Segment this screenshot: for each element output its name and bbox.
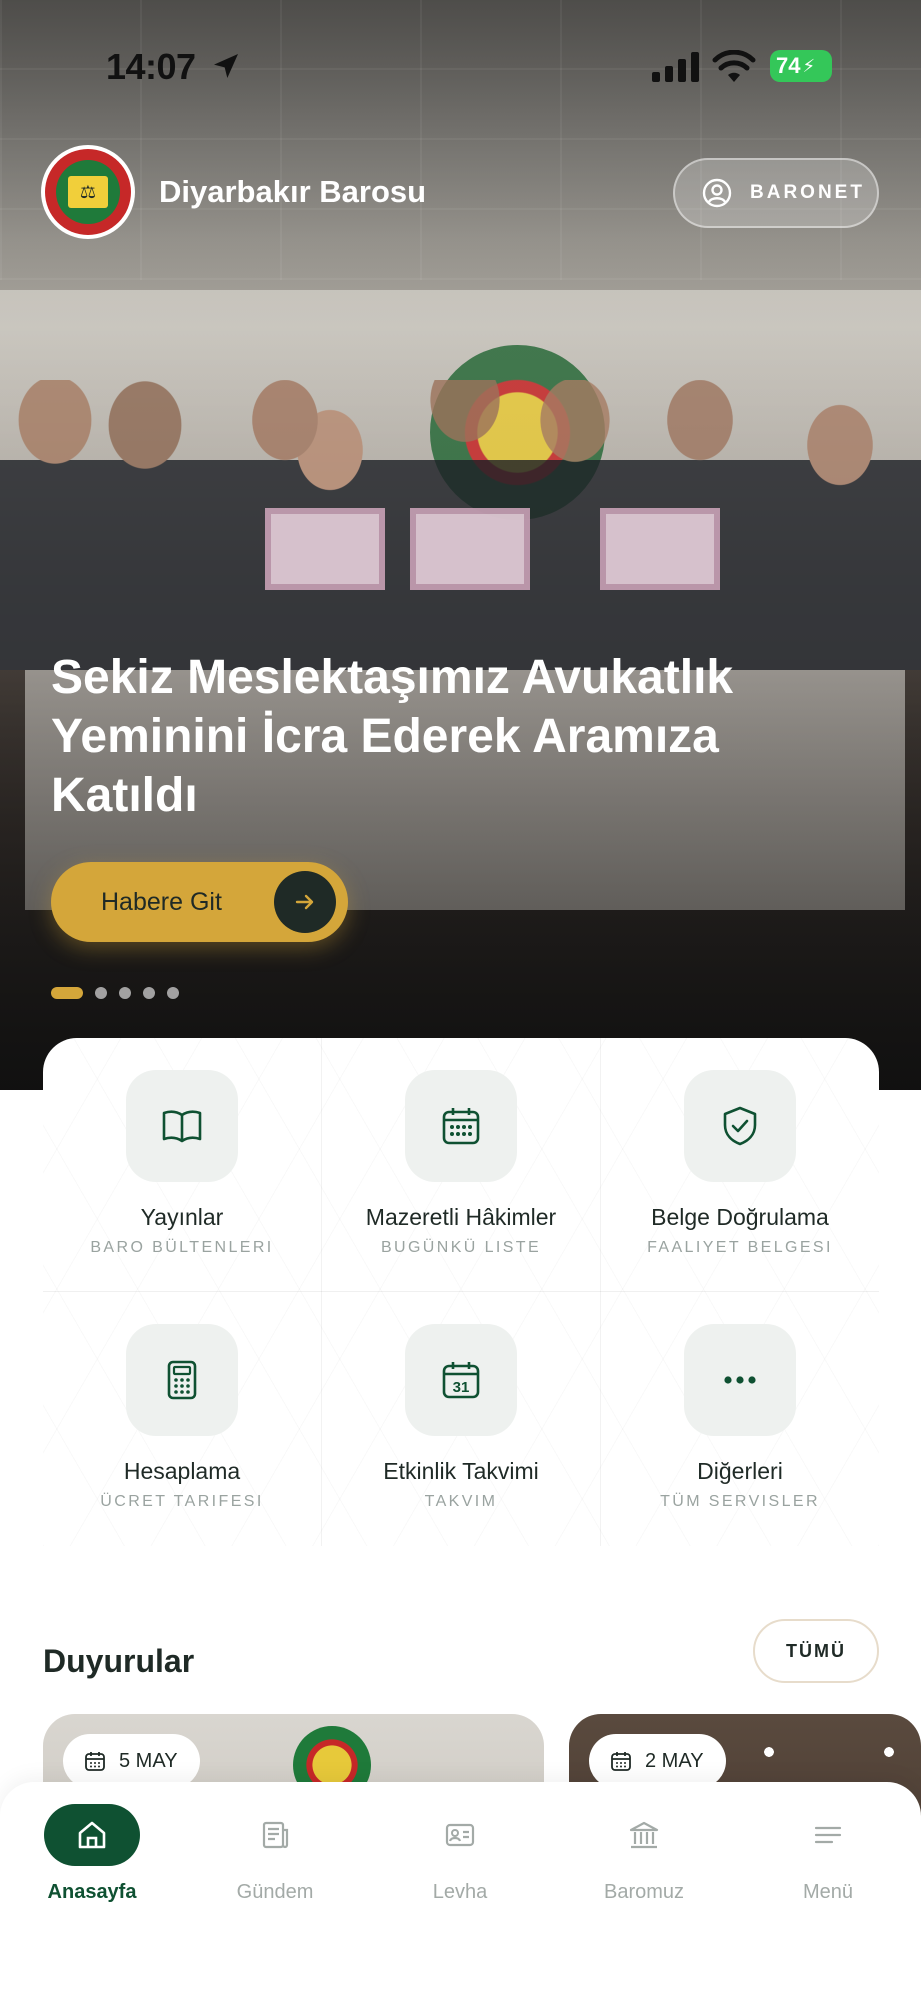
service-document-verification[interactable]: Belge Doğrulama FAALIYET BELGESI [601,1038,879,1291]
service-title: Hesaplama [123,1458,241,1484]
nav-label: Anasayfa [47,1881,137,1903]
carousel-dot[interactable] [167,987,179,999]
charging-bolt-icon: ⚡ [802,55,816,76]
service-subtitle: BARO BÜLTENLERI [90,1239,274,1256]
announcements-title: Duyurular [43,1643,195,1679]
calculator-icon [167,1360,197,1400]
newspaper-icon [262,1821,289,1849]
go-to-news-button[interactable]: Habere Git [51,862,348,942]
service-subtitle: TÜM SERVISLER [660,1493,820,1510]
service-calculation[interactable]: Hesaplama ÜCRET TARIFESI [43,1292,321,1545]
go-to-news-label: Habere Git [101,887,222,916]
hero-photo-certificate [410,508,530,590]
status-bar: 14:07 74 ⚡ [0,40,921,90]
hero-photo-certificate [600,508,720,590]
service-title: Etkinlik Takvimi [383,1458,539,1484]
service-title: Yayınlar [140,1204,224,1230]
scales-icon: ⚖ [68,176,108,208]
service-subtitle: TAKVIM [424,1493,498,1510]
calendar-day-number: 31 [453,1379,470,1396]
menu-icon [814,1826,842,1844]
service-subtitle: ÜCRET TARIFESI [100,1493,264,1510]
id-card-icon [445,1823,475,1847]
nav-item-roster[interactable]: Levha [380,1804,540,1904]
battery-indicator: 74 ⚡ [770,50,832,82]
calendar-grid-icon [442,1108,480,1145]
carousel-dot-active[interactable] [51,987,83,999]
baronet-label: BARONET [750,182,865,203]
location-arrow-icon [214,54,238,78]
bottom-navigation: Anasayfa Gündem Levha Baromuz Menü [0,1782,921,2000]
arrow-right-icon [274,871,336,933]
nav-item-our-bar[interactable]: Baromuz [564,1804,724,1904]
service-others[interactable]: Diğerleri TÜM SERVISLER [601,1292,879,1545]
nav-label: Gündem [236,1881,314,1903]
date-label: 5 MAY [119,1749,178,1772]
wifi-icon [712,50,756,82]
hero-photo-certificate [265,508,385,590]
service-event-calendar[interactable]: 31 Etkinlik Takvimi TAKVIM [322,1292,600,1545]
shield-check-icon [723,1106,757,1146]
user-circle-icon [702,178,732,208]
carousel-dot[interactable] [95,987,107,999]
more-dots-icon [724,1376,756,1384]
hero-banner[interactable]: 14:07 74 ⚡ ⚖ Diyarbakır Barosu BARONET Se… [0,0,921,1090]
bar-association-logo[interactable]: ⚖ [41,145,135,239]
home-icon [78,1821,106,1849]
service-title: Belge Doğrulama [651,1204,829,1230]
nav-label: Levha [432,1881,488,1903]
service-title: Mazeretli Hâkimler [365,1204,557,1230]
baronet-button[interactable]: BARONET [673,158,879,228]
cellular-signal-icon [652,52,699,82]
service-title: Diğerleri [697,1458,783,1484]
date-label: 2 MAY [645,1749,704,1772]
carousel-pagination[interactable] [51,987,179,999]
calendar-icon [611,1752,631,1771]
carousel-dot[interactable] [143,987,155,999]
bank-icon [629,1821,659,1849]
calendar-icon [85,1752,105,1771]
calendar-31-icon: 31 [442,1362,480,1399]
service-subtitle: BUGÜNKÜ LISTE [380,1239,542,1256]
service-excused-judges[interactable]: Mazeretli Hâkimler BUGÜNKÜ LISTE [322,1038,600,1291]
nav-label: Menü [802,1881,854,1903]
nav-label: Baromuz [603,1881,685,1903]
nav-item-agenda[interactable]: Gündem [195,1804,355,1904]
carousel-dot[interactable] [119,987,131,999]
service-subtitle: FAALIYET BELGESI [647,1239,833,1256]
date-badge: 5 MAY [63,1734,200,1788]
nav-item-home[interactable]: Anasayfa [12,1804,172,1904]
battery-level: 74 [776,53,801,78]
status-time: 14:07 [106,46,196,87]
service-publications[interactable]: Yayınlar BARO BÜLTENLERI [43,1038,321,1291]
hero-title: Sekiz Meslektaşımız Avukatlık Yeminini İ… [51,651,734,822]
see-all-button[interactable]: TÜMÜ [753,1619,879,1683]
services-grid: Yayınlar BARO BÜLTENLERI Mazeretli Hâkim… [43,1038,879,1546]
book-icon [162,1110,202,1143]
nav-item-menu[interactable]: Menü [748,1804,908,1904]
app-title: Diyarbakır Barosu [159,174,427,209]
date-badge: 2 MAY [589,1734,726,1788]
